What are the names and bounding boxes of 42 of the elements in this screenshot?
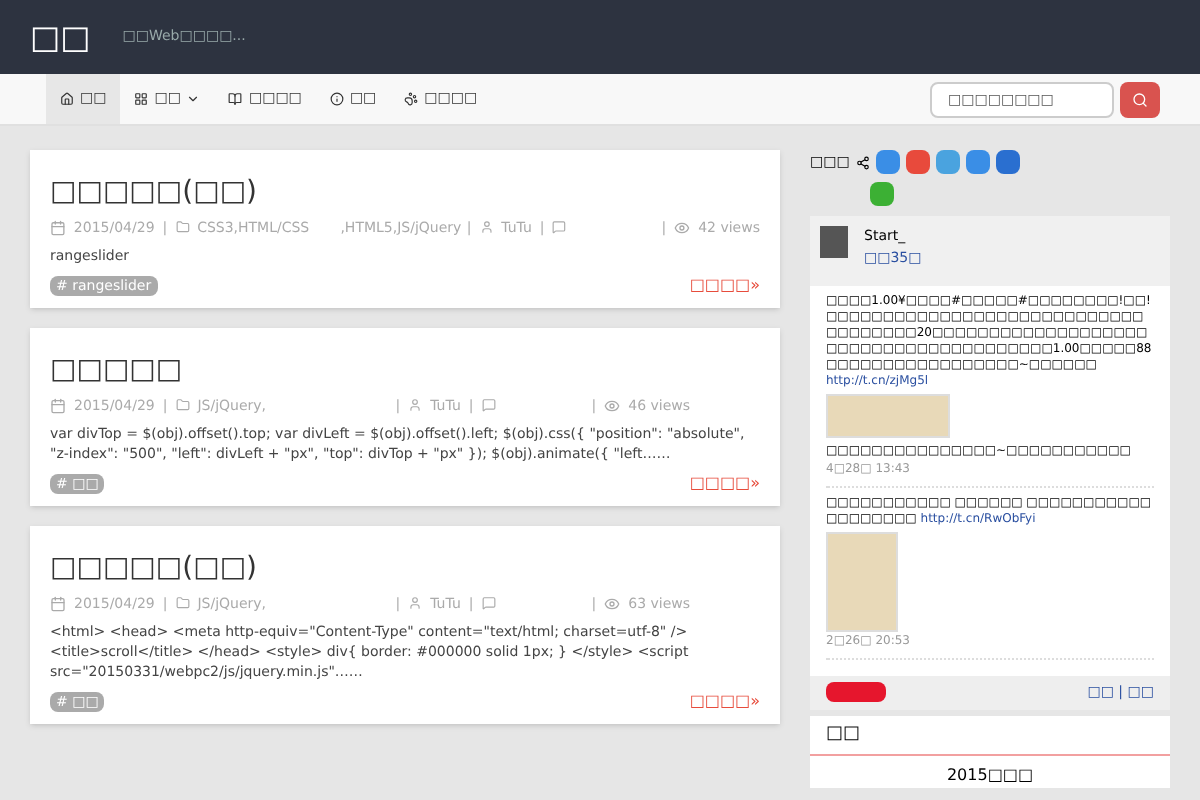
share-service-icon[interactable] xyxy=(995,150,1020,174)
read-more-link[interactable]: □□□□» xyxy=(689,690,760,714)
search-button[interactable] xyxy=(1120,81,1160,117)
avatar xyxy=(820,226,848,258)
eye-icon xyxy=(604,595,621,612)
share-service-icon[interactable] xyxy=(935,150,960,174)
paw-icon xyxy=(404,92,419,106)
folder-icon xyxy=(175,596,190,611)
caret-icon xyxy=(186,92,201,106)
user-icon xyxy=(479,220,494,235)
search-icon xyxy=(1132,91,1148,107)
share-service-icon[interactable] xyxy=(875,150,900,174)
eye-icon xyxy=(674,219,691,236)
calendar-icon xyxy=(50,397,66,414)
read-more-link[interactable]: □□□□» xyxy=(689,274,760,298)
eye-icon xyxy=(604,397,621,414)
archive-year[interactable]: 2015□□□ xyxy=(810,756,1170,788)
post-title[interactable]: □□□□□(□□) xyxy=(50,552,760,587)
comment-icon xyxy=(481,398,496,413)
site-logo[interactable]: □□ xyxy=(30,13,91,61)
share-icon xyxy=(855,155,870,169)
share-service-icon[interactable] xyxy=(905,150,930,174)
user-icon xyxy=(408,398,423,413)
book-icon xyxy=(228,92,243,106)
info-icon xyxy=(329,92,344,106)
calendar-icon xyxy=(50,595,66,612)
post-title[interactable]: □□□□□ xyxy=(50,354,760,389)
folder-icon xyxy=(175,398,190,413)
archive-title: □□ xyxy=(810,715,1170,756)
share-service-icon[interactable] xyxy=(965,150,990,174)
comment-icon xyxy=(481,596,496,611)
comment-icon xyxy=(552,220,567,235)
user-icon xyxy=(408,596,423,611)
folder-icon xyxy=(175,220,190,235)
post-title[interactable]: □□□□□(□□) xyxy=(50,176,760,211)
calendar-icon xyxy=(50,219,66,236)
share-service-icon[interactable] xyxy=(870,182,894,206)
photo-placeholder xyxy=(826,532,898,632)
photo-placeholder xyxy=(826,394,950,438)
home-icon xyxy=(60,92,74,106)
grid-icon xyxy=(134,92,149,106)
read-more-link[interactable]: □□□□» xyxy=(689,472,760,496)
